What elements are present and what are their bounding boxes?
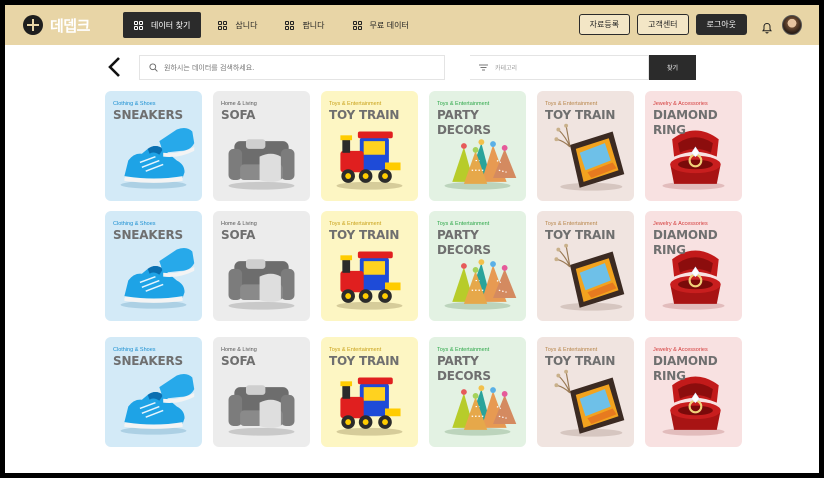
nav-item-label: 무료 데이터	[369, 20, 409, 30]
product-card[interactable]: Clothing & Shoes SNEAKERS	[105, 337, 202, 447]
product-category: Toys & Entertainment	[329, 221, 382, 227]
product-title: DIAMOND RING	[653, 354, 718, 383]
product-title: TOY TRAIN	[329, 228, 400, 242]
product-category: Jewelry & Accessories	[653, 347, 708, 353]
nav-item-free-data[interactable]: 무료 데이터	[342, 12, 420, 38]
product-card[interactable]: Home & Living SOFA	[213, 91, 310, 201]
product-card[interactable]: Home & Living SOFA	[213, 337, 310, 447]
product-card[interactable]: Toys & Entertainment TOY TRAIN	[537, 91, 634, 201]
logo[interactable]: 데뎁크	[23, 15, 123, 36]
product-title: TOY TRAIN	[545, 228, 616, 242]
product-category: Toys & Entertainment	[329, 101, 382, 107]
product-card[interactable]: Clothing & Shoes SNEAKERS	[105, 91, 202, 201]
product-title: DIAMOND RING	[653, 108, 718, 137]
nav-item-sell[interactable]: 팝니다	[274, 12, 335, 38]
category-placeholder: 카테고리	[495, 65, 518, 72]
grid-icon	[285, 20, 295, 30]
search-row: 카테고리 찾기	[105, 55, 705, 80]
product-card[interactable]: Toys & Entertainment PARTY DECORS	[429, 91, 526, 201]
product-card[interactable]: Clothing & Shoes SNEAKERS	[105, 211, 202, 321]
header-actions: 자료등록 고객센터 로그아웃	[572, 14, 802, 35]
logout-button[interactable]: 로그아웃	[695, 14, 747, 35]
product-card[interactable]: Toys & Entertainment TOY TRAIN	[321, 211, 418, 321]
product-title: SNEAKERS	[113, 228, 183, 242]
grid-icon	[218, 20, 228, 30]
product-card[interactable]: Jewelry & Accessories DIAMOND RING	[645, 337, 742, 447]
product-category: Home & Living	[221, 347, 257, 353]
product-category: Jewelry & Accessories	[653, 101, 708, 107]
register-data-button[interactable]: 자료등록	[578, 14, 631, 35]
main-nav: 데이터 찾기 삽니다 팝니다 무료 데이터	[123, 12, 426, 38]
logo-text: 데뎁크	[50, 16, 90, 35]
filter-icon	[479, 64, 488, 71]
back-arrow-icon[interactable]	[105, 56, 125, 78]
product-card[interactable]: Toys & Entertainment PARTY DECORS	[429, 337, 526, 447]
product-title: PARTY DECORS	[437, 354, 491, 383]
grid-icon	[352, 20, 362, 30]
product-category: Home & Living	[221, 101, 257, 107]
product-title: SOFA	[221, 354, 256, 368]
product-title: TOY TRAIN	[545, 354, 616, 368]
product-title: DIAMOND RING	[653, 228, 718, 257]
avatar[interactable]	[782, 14, 802, 35]
top-navigation-bar: 데뎁크 데이터 찾기 삽니다 팝니다 무료 데이터 자료등록 고객센터 로그아웃	[5, 5, 819, 45]
grid-icon	[134, 20, 143, 30]
product-title: PARTY DECORS	[437, 228, 491, 257]
search-icon	[149, 63, 158, 72]
category-select[interactable]: 카테고리	[470, 55, 649, 80]
product-title: TOY TRAIN	[545, 108, 616, 122]
product-category: Toys & Entertainment	[545, 347, 598, 353]
product-title: SOFA	[221, 228, 256, 242]
product-card[interactable]: Toys & Entertainment TOY TRAIN	[537, 211, 634, 321]
product-card[interactable]: Home & Living SOFA	[213, 211, 310, 321]
nav-item-label: 삽니다	[235, 20, 258, 30]
product-title: SNEAKERS	[113, 354, 183, 368]
nav-item-label: 팝니다	[302, 20, 325, 30]
product-title: SOFA	[221, 108, 256, 122]
product-card[interactable]: Toys & Entertainment TOY TRAIN	[537, 337, 634, 447]
product-card[interactable]: Toys & Entertainment TOY TRAIN	[321, 337, 418, 447]
find-button[interactable]: 찾기	[649, 55, 696, 80]
product-category: Toys & Entertainment	[545, 221, 598, 227]
product-category: Home & Living	[221, 221, 257, 227]
nav-item-find-data[interactable]: 데이터 찾기	[123, 12, 202, 38]
search-input[interactable]	[164, 63, 424, 72]
nav-item-buy[interactable]: 삽니다	[207, 12, 268, 38]
customer-center-button[interactable]: 고객센터	[637, 14, 689, 35]
product-category: Toys & Entertainment	[437, 101, 490, 107]
product-card[interactable]: Jewelry & Accessories DIAMOND RING	[645, 211, 742, 321]
product-category: Clothing & Shoes	[113, 347, 156, 353]
product-title: PARTY DECORS	[437, 108, 491, 137]
product-title: SNEAKERS	[113, 108, 183, 122]
product-category: Jewelry & Accessories	[653, 221, 708, 227]
app-window: 데뎁크 데이터 찾기 삽니다 팝니다 무료 데이터 자료등록 고객센터 로그아웃…	[5, 5, 819, 473]
logo-mark-icon	[23, 15, 43, 35]
product-category: Toys & Entertainment	[329, 347, 382, 353]
product-category: Clothing & Shoes	[113, 101, 156, 107]
product-title: TOY TRAIN	[329, 354, 400, 368]
product-category: Toys & Entertainment	[437, 221, 490, 227]
nav-item-label: 데이터 찾기	[151, 20, 191, 30]
search-field[interactable]	[139, 55, 445, 80]
bell-icon[interactable]	[761, 19, 773, 33]
product-title: TOY TRAIN	[329, 108, 400, 122]
product-card[interactable]: Toys & Entertainment PARTY DECORS	[429, 211, 526, 321]
product-card[interactable]: Toys & Entertainment TOY TRAIN	[321, 91, 418, 201]
product-category: Toys & Entertainment	[545, 101, 598, 107]
product-card[interactable]: Jewelry & Accessories DIAMOND RING	[645, 91, 742, 201]
product-category: Toys & Entertainment	[437, 347, 490, 353]
product-category: Clothing & Shoes	[113, 221, 156, 227]
